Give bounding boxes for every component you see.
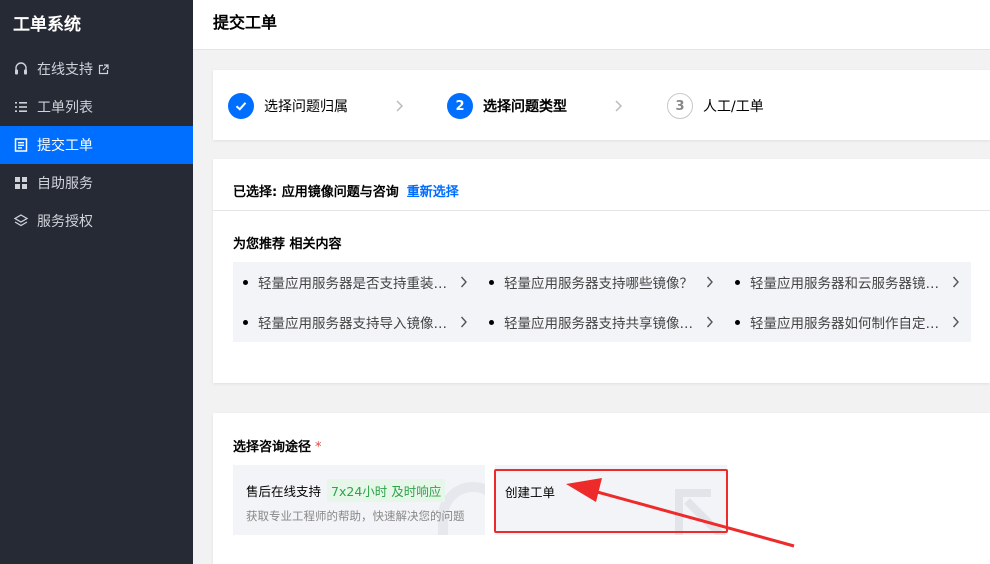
app-title: 工单系统 [13, 15, 81, 35]
recommend-item[interactable]: 轻量应用服务器如何制作自定义镜像？ [725, 302, 965, 342]
bullet-icon [735, 319, 740, 325]
channel-title-text: 选择咨询途径 [233, 440, 312, 455]
step-number: 2 [447, 93, 473, 119]
chevron-right-icon [706, 316, 713, 328]
sidebar-item-self-service[interactable]: 自助服务 [0, 164, 193, 202]
sidebar-item-online-support[interactable]: 在线支持 [0, 50, 193, 88]
chevron-right-icon [396, 100, 404, 112]
bullet-icon [489, 319, 494, 325]
recommend-item[interactable]: 轻量应用服务器和云服务器镜像有什么区别？ [725, 262, 965, 302]
recommend-item-text: 轻量应用服务器如何制作自定义镜像？ [750, 316, 946, 332]
step-label: 选择问题类型 [483, 99, 567, 115]
reselect-link[interactable]: 重新选择 [407, 185, 459, 200]
online-support-desc: 获取专业工程师的帮助，快速解决您的问题 [246, 509, 465, 523]
step-2: 2 选择问题类型 [447, 93, 567, 119]
sidebar-item-ticket-list[interactable]: 工单列表 [0, 88, 193, 126]
required-mark: * [315, 440, 322, 455]
chevron-right-icon [952, 316, 959, 328]
chevron-right-icon [460, 276, 467, 288]
grid-icon [13, 175, 29, 191]
list-icon [13, 99, 29, 115]
document-icon [13, 137, 29, 153]
sidebar-item-submit-ticket[interactable]: 提交工单 [0, 126, 193, 164]
page-title: 提交工单 [213, 13, 278, 32]
selection-card: 已选择: 应用镜像问题与咨询 重新选择 为您推荐 相关内容 轻量应用服务器是否支持… [213, 159, 990, 383]
sidebar: 工单系统 在线支持 工单列表 提交工单 自助服务 服务授权 [0, 0, 193, 564]
bullet-icon [243, 279, 248, 285]
recommend-item-text: 轻量应用服务器是否支持重装系统？ [258, 276, 454, 292]
annotation-highlight-box [494, 469, 728, 533]
steps-card: 选择问题归属 2 选择问题类型 3 人工/工单 [213, 70, 990, 140]
step-label: 选择问题归属 [264, 99, 348, 115]
online-support-label: 售后在线支持 [246, 484, 322, 499]
step-number: 3 [667, 93, 693, 119]
recommend-item-text: 轻量应用服务器支持共享镜像吗？ [504, 316, 700, 332]
recommend-item-text: 轻量应用服务器支持哪些镜像？ [504, 276, 693, 292]
recommend-list: 轻量应用服务器是否支持重装系统？ 轻量应用服务器支持哪些镜像？ 轻量应用服务器和… [233, 262, 971, 342]
check-icon [228, 93, 254, 119]
selected-text: 已选择: 应用镜像问题与咨询 [233, 185, 399, 200]
recommend-item[interactable]: 轻量应用服务器支持导入镜像吗？ [233, 302, 473, 342]
step-label: 人工/工单 [703, 99, 764, 115]
chevron-right-icon [952, 276, 959, 288]
sidebar-item-service-auth[interactable]: 服务授权 [0, 202, 193, 240]
bullet-icon [243, 319, 248, 325]
layers-icon [13, 213, 29, 229]
recommend-item-text: 轻量应用服务器和云服务器镜像有什么区别？ [750, 276, 946, 292]
sidebar-item-label: 服务授权 [37, 214, 93, 230]
chevron-right-icon [706, 276, 713, 288]
external-link-icon [98, 63, 109, 75]
bullet-icon [735, 279, 740, 285]
sidebar-item-label: 自助服务 [37, 176, 93, 192]
page-header: 提交工单 [193, 0, 990, 50]
step-1[interactable]: 选择问题归属 [228, 93, 348, 119]
recommend-item[interactable]: 轻量应用服务器支持共享镜像吗？ [479, 302, 719, 342]
sidebar-item-label: 在线支持 [37, 62, 93, 78]
recommend-title: 为您推荐 相关内容 [233, 237, 342, 252]
recommend-item-text: 轻量应用服务器支持导入镜像吗？ [258, 316, 454, 332]
channel-title: 选择咨询途径 * [233, 436, 322, 455]
sidebar-item-label: 提交工单 [37, 138, 93, 154]
recommend-item[interactable]: 轻量应用服务器是否支持重装系统？ [233, 262, 473, 302]
step-3: 3 人工/工单 [667, 93, 764, 119]
response-tag: 7x24小时 及时响应 [327, 479, 446, 502]
recommend-item[interactable]: 轻量应用服务器支持哪些镜像？ [479, 262, 719, 302]
sidebar-item-label: 工单列表 [37, 100, 93, 116]
chevron-right-icon [615, 100, 623, 112]
selected-summary: 已选择: 应用镜像问题与咨询 重新选择 [233, 181, 459, 200]
online-support-option[interactable]: 售后在线支持 7x24小时 及时响应 获取专业工程师的帮助，快速解决您的问题 [233, 465, 485, 535]
divider [213, 210, 990, 211]
chevron-right-icon [460, 316, 467, 328]
headset-icon [13, 61, 29, 77]
bullet-icon [489, 279, 494, 285]
online-support-title: 售后在线支持 7x24小时 及时响应 [246, 479, 446, 502]
